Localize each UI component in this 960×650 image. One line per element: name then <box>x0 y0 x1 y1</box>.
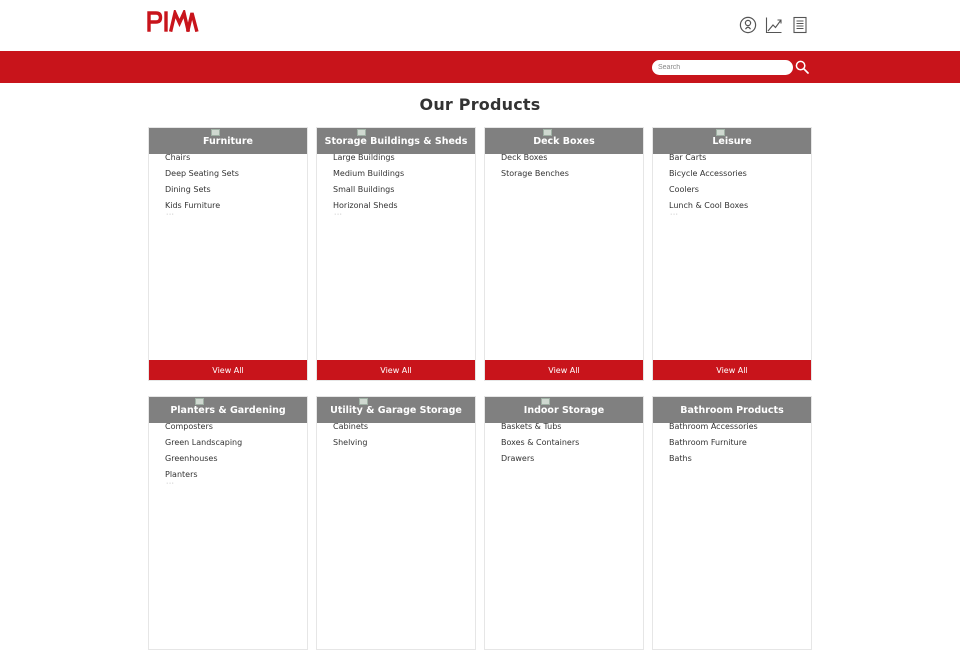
list-item[interactable]: Baths <box>669 454 758 470</box>
category-list: Deck Boxes Storage Benches <box>501 153 569 185</box>
category-card-planters: Planters & Gardening Composters Green La… <box>148 396 308 650</box>
list-item[interactable]: Medium Buildings <box>333 169 404 185</box>
card-title[interactable]: Furniture <box>203 136 253 147</box>
list-item[interactable]: Kids Furniture <box>165 201 239 217</box>
category-card-leisure: Leisure Bar Carts Bicycle Accessories Co… <box>652 127 812 381</box>
list-item[interactable]: Boxes & Containers <box>501 438 579 454</box>
card-title[interactable]: Deck Boxes <box>533 136 595 147</box>
list-item[interactable]: Small Buildings <box>333 185 404 201</box>
category-card-deck-boxes: Deck Boxes Deck Boxes Storage Benches Vi… <box>484 127 644 381</box>
header-icons <box>739 16 809 34</box>
more-link[interactable]: ··· <box>166 211 175 218</box>
card-header[interactable]: Utility & Garage Storage <box>317 397 475 423</box>
list-item[interactable]: Composters <box>165 422 242 438</box>
view-all-button[interactable]: View All <box>653 360 811 380</box>
card-title[interactable]: Leisure <box>712 136 751 147</box>
list-item[interactable]: Baskets & Tubs <box>501 422 579 438</box>
list-item[interactable]: Cabinets <box>333 422 368 438</box>
chart-icon[interactable] <box>765 16 783 34</box>
list-item[interactable]: Lunch & Cool Boxes <box>669 201 748 217</box>
card-header[interactable]: Planters & Gardening <box>149 397 307 423</box>
view-all-button[interactable]: View All <box>149 360 307 380</box>
category-card-bathroom: Bathroom Products Bathroom Accessories B… <box>652 396 812 650</box>
pim-logo[interactable] <box>147 10 199 32</box>
category-list: Bathroom Accessories Bathroom Furniture … <box>669 422 758 470</box>
card-header[interactable]: Leisure <box>653 128 811 154</box>
category-list: Baskets & Tubs Boxes & Containers Drawer… <box>501 422 579 470</box>
list-item[interactable]: Dining Sets <box>165 185 239 201</box>
card-header[interactable]: Furniture <box>149 128 307 154</box>
list-item[interactable]: Chairs <box>165 153 239 169</box>
list-item[interactable]: Green Landscaping <box>165 438 242 454</box>
category-card-storage-buildings: Storage Buildings & Sheds Large Building… <box>316 127 476 381</box>
list-item[interactable]: Bathroom Furniture <box>669 438 758 454</box>
list-item[interactable]: Greenhouses <box>165 454 242 470</box>
list-item[interactable]: Large Buildings <box>333 153 404 169</box>
card-title[interactable]: Bathroom Products <box>680 405 783 416</box>
category-card-indoor-storage: Indoor Storage Baskets & Tubs Boxes & Co… <box>484 396 644 650</box>
category-card-furniture: Furniture Chairs Deep Seating Sets Dinin… <box>148 127 308 381</box>
notes-icon[interactable] <box>791 16 809 34</box>
more-link[interactable]: ··· <box>670 211 679 218</box>
category-list: Composters Green Landscaping Greenhouses… <box>165 422 242 486</box>
user-icon[interactable] <box>739 16 757 34</box>
category-list: Chairs Deep Seating Sets Dining Sets Kid… <box>165 153 239 217</box>
list-item[interactable]: Deck Boxes <box>501 153 569 169</box>
category-card-utility-garage: Utility & Garage Storage Cabinets Shelvi… <box>316 396 476 650</box>
card-title[interactable]: Storage Buildings & Sheds <box>325 136 468 147</box>
search-icon[interactable] <box>795 60 809 74</box>
category-list: Bar Carts Bicycle Accessories Coolers Lu… <box>669 153 748 217</box>
search-bar <box>0 51 960 83</box>
category-list: Large Buildings Medium Buildings Small B… <box>333 153 404 217</box>
card-title[interactable]: Indoor Storage <box>524 405 604 416</box>
list-item[interactable]: Planters <box>165 470 242 486</box>
list-item[interactable]: Bathroom Accessories <box>669 422 758 438</box>
card-title[interactable]: Planters & Gardening <box>170 405 285 416</box>
card-header[interactable]: Indoor Storage <box>485 397 643 423</box>
list-item[interactable]: Shelving <box>333 438 368 454</box>
view-all-button[interactable]: View All <box>485 360 643 380</box>
list-item[interactable]: Storage Benches <box>501 169 569 185</box>
list-item[interactable]: Deep Seating Sets <box>165 169 239 185</box>
more-link[interactable]: ··· <box>334 211 343 218</box>
search-input[interactable] <box>652 60 793 75</box>
card-header[interactable]: Deck Boxes <box>485 128 643 154</box>
list-item[interactable]: Horizonal Sheds <box>333 201 404 217</box>
top-bar <box>0 0 960 50</box>
list-item[interactable]: Drawers <box>501 454 579 470</box>
card-header[interactable]: Storage Buildings & Sheds <box>317 128 475 154</box>
category-list: Cabinets Shelving <box>333 422 368 454</box>
list-item[interactable]: Bicycle Accessories <box>669 169 748 185</box>
more-link[interactable]: ··· <box>166 480 175 487</box>
card-header[interactable]: Bathroom Products <box>653 397 811 423</box>
page-title: Our Products <box>419 95 541 114</box>
list-item[interactable]: Bar Carts <box>669 153 748 169</box>
list-item[interactable]: Coolers <box>669 185 748 201</box>
card-title[interactable]: Utility & Garage Storage <box>330 405 462 416</box>
view-all-button[interactable]: View All <box>317 360 475 380</box>
